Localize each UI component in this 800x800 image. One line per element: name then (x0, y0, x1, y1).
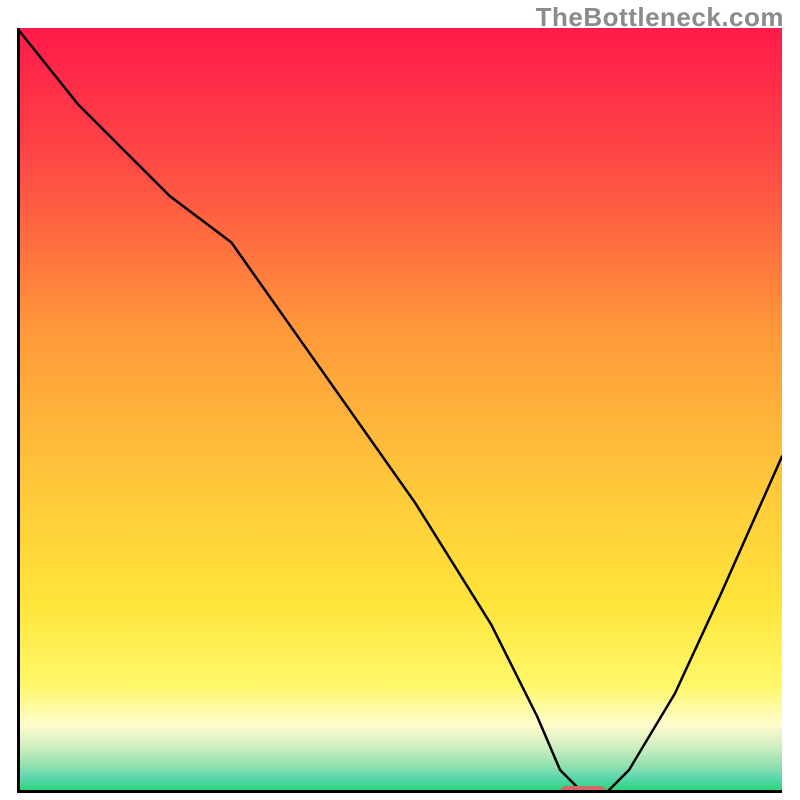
axes-frame (17, 28, 782, 793)
